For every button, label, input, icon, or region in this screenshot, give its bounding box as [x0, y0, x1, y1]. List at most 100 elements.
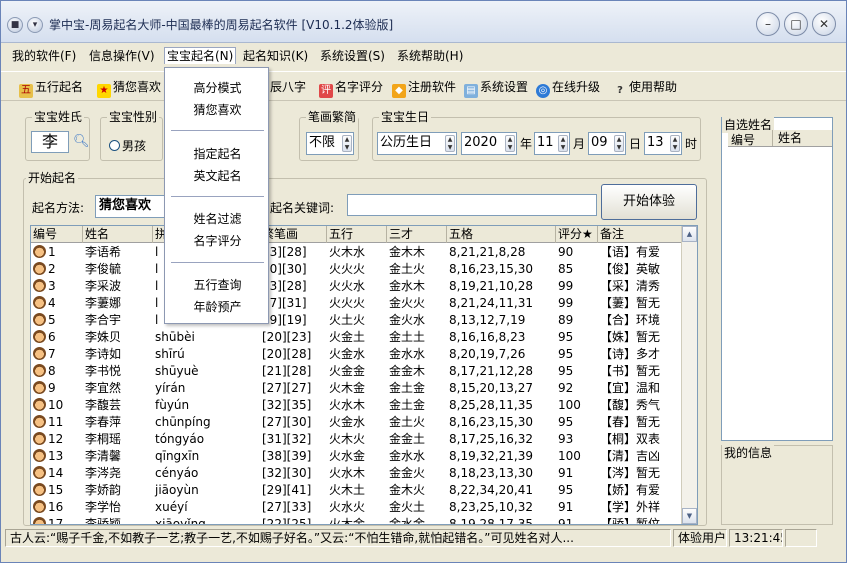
cell-sancai: 金土火	[387, 414, 447, 431]
header-name[interactable]: 姓名	[83, 226, 153, 243]
header-wuxing[interactable]: 五行	[327, 226, 387, 243]
cell-wuxing: 火火火	[327, 261, 387, 278]
cell-strokes-text: [22][25]	[262, 517, 312, 525]
toolbar-score-button[interactable]: 评名字评分	[319, 78, 383, 98]
table-row[interactable]: 6 李姝贝 shūbèi [20][23] 火金土 金土土 8,16,16,8,23 95 【姝…	[31, 329, 683, 346]
cell-sancai: 金土金	[387, 397, 447, 414]
table-row[interactable]: 7 李诗如 shīrú [20][28] 火金水 金水水 8,20,19,7,26 95 【诗】…	[31, 346, 683, 363]
table-row[interactable]: 16 李学怡 xuéyí [27][33] 火水火 金火土 8,23,25,10,32 91 【…	[31, 499, 683, 516]
menu-my-software[interactable]: 我的软件(F)	[10, 48, 78, 65]
cell-wuxing-text: 火土火	[329, 313, 366, 327]
table-row[interactable]: 14 李涔尧 cényáo [32][30] 火水木 金金火 8,18,23,13,30 91…	[31, 465, 683, 482]
menu-item-english[interactable]: 英文起名	[165, 167, 270, 185]
menu-info-ops[interactable]: 信息操作(V)	[87, 48, 157, 65]
menu-naming-knowledge[interactable]: 起名知识(K)	[241, 48, 310, 65]
cell-pinyin-text: jiāoyùn	[155, 483, 199, 497]
menu-baby-naming[interactable]: 宝宝起名(N)	[164, 47, 237, 64]
menu-item-high-score[interactable]: 高分模式	[165, 79, 270, 97]
menu-item-specified[interactable]: 指定起名	[165, 145, 270, 163]
cell-wuxing: 火水金	[327, 448, 387, 465]
system-menu-icon[interactable]: ■	[7, 17, 23, 33]
table-row[interactable]: 10 李馥芸 fùyún [32][35] 火水木 金土金 8,25,28,11,35 100…	[31, 397, 683, 414]
surname-input[interactable]: 李	[31, 131, 69, 153]
menu-item-filter[interactable]: 姓名过滤	[165, 210, 270, 228]
cell-pinyin-text: cényáo	[155, 466, 199, 480]
hour-spinner[interactable]: 13 ▲ ▼	[644, 132, 682, 155]
maximize-button[interactable]: □	[784, 12, 808, 36]
spinner-icon: ▲ ▼	[505, 135, 515, 152]
cell-strokes: [20][28]	[260, 346, 327, 363]
vertical-scrollbar[interactable]: ▲ ▼	[681, 226, 697, 524]
table-row[interactable]: 3 李采波 l 23][28] 火火水 金水木 8,19,21,10,28 99 【采】清秀	[31, 278, 683, 295]
table-row[interactable]: 11 李春萍 chūnpíng [27][30] 火金水 金土火 8,16,23,15,30…	[31, 414, 683, 431]
start-button[interactable]: 开始体验	[601, 184, 697, 220]
cell-strokes: [32][35]	[260, 397, 327, 414]
cell-name-text: 李清馨	[85, 449, 122, 463]
cell-strokes: 27][31]	[260, 295, 327, 312]
table-row[interactable]: 12 李桐瑶 tóngyáo [31][32] 火木火 金金土 8,17,25,16,32 9…	[31, 431, 683, 448]
table-row[interactable]: 15 李娇韵 jiāoyùn [29][41] 火木土 金木火 8,22,34,20,41 9…	[31, 482, 683, 499]
cell-sancai-text: 金土土	[389, 330, 426, 344]
table-row[interactable]: 8 李书悦 shūyuè [21][28] 火金金 金金木 8,17,21,12,28 95 【…	[31, 363, 683, 380]
menu-system-settings[interactable]: 系统设置(S)	[318, 48, 387, 65]
cell-wuge-text: 8,19,32,21,39	[449, 449, 533, 463]
menu-item-wuxing-query[interactable]: 五行查询	[165, 276, 270, 294]
table-row[interactable]: 13 李清馨 qīngxīn [38][39] 火水金 金水水 8,19,32,21,39 1…	[31, 448, 683, 465]
header-sancai[interactable]: 三才	[387, 226, 447, 243]
header-wuge[interactable]: 五格	[447, 226, 556, 243]
toolbar-wuxing-button[interactable]: 五五行起名	[19, 78, 83, 98]
cell-sancai: 金水木	[387, 278, 447, 295]
toolbar-bazi-button[interactable]: 辰八字	[270, 78, 306, 96]
toolbar-help-button[interactable]: ? 使用帮助	[613, 78, 677, 96]
month-spinner[interactable]: 11 ▲ ▼	[534, 132, 570, 155]
cell-pinyin: xuéyí	[153, 499, 260, 516]
cell-sancai-text: 金水金	[389, 517, 426, 525]
menu-item-guess[interactable]: 猜您喜欢	[165, 101, 270, 119]
toolbar-guess-button[interactable]: ★ 猜您喜欢	[97, 78, 161, 98]
table-row[interactable]: 1 李语希 l 23][28] 火木水 金木木 8,21,21,8,28 90 【语】有爱	[31, 244, 683, 261]
calendar-select[interactable]: 公历生日 ▲ ▼	[377, 132, 457, 155]
favorites-col-name[interactable]: 姓名	[772, 130, 802, 146]
strokes-select[interactable]: 不限 ▲ ▼	[306, 132, 354, 155]
table-row[interactable]: 5 李合宇 l 19][19] 火土火 金火水 8,13,12,7,19 89 【合】环境	[31, 312, 683, 329]
header-strokes[interactable]: 繁笔画	[260, 226, 327, 243]
menu-item-due-date[interactable]: 年龄预产	[165, 298, 270, 316]
strokes-value: 不限	[309, 135, 336, 150]
cell-score: 95	[556, 363, 598, 380]
toolbar-upgrade-button[interactable]: ◎ 在线升级	[536, 78, 600, 98]
favorites-col-number[interactable]: 编号	[731, 131, 755, 148]
method-label: 起名方法:	[32, 201, 85, 215]
day-spinner[interactable]: 09 ▲ ▼	[588, 132, 626, 155]
menu-system-help[interactable]: 系统帮助(H)	[395, 48, 465, 65]
rollup-icon[interactable]: ▾	[27, 17, 43, 33]
header-score[interactable]: 评分★	[556, 226, 598, 243]
cell-score-text: 89	[558, 313, 574, 327]
toolbar-settings-button[interactable]: ▤ 系统设置	[464, 78, 528, 98]
toolbar-register-button[interactable]: ◆ 注册软件	[392, 78, 456, 98]
method-select[interactable]: 猜您喜欢	[95, 195, 165, 218]
year-spinner[interactable]: 2020 ▲ ▼	[461, 132, 517, 155]
cell-name: 李骄颖	[83, 516, 153, 524]
table-row[interactable]: 2 李俊毓 l 30][30] 火火火 金土火 8,16,23,15,30 85 【俊】英敏	[31, 261, 683, 278]
cell-number: 12	[31, 431, 83, 448]
cell-wuge: 8,21,24,11,31	[447, 295, 556, 312]
minimize-button[interactable]: –	[756, 12, 780, 36]
scroll-up-icon[interactable]: ▲	[682, 226, 697, 242]
menu-item-score[interactable]: 名字评分	[165, 232, 270, 250]
gender-male-radio[interactable]: 男孩	[109, 137, 146, 154]
boy-face-icon	[33, 262, 46, 275]
info-panel: 我的信息	[721, 444, 833, 525]
search-icon[interactable]: 🔍︎	[73, 134, 90, 149]
cell-wuge-text: 8,16,16,8,23	[449, 330, 526, 344]
keyword-input[interactable]	[347, 194, 597, 216]
table-row[interactable]: 4 李萋娜 l 27][31] 火火火 金火火 8,21,24,11,31 99 【萋】暂无	[31, 295, 683, 312]
cell-sancai-text: 金木木	[389, 245, 426, 259]
status-message: 古人云:“赐子千金,不如教子一艺;教子一艺,不如赐子好名。”又云:“不怕生错命,…	[5, 529, 671, 547]
close-button[interactable]: ✕	[812, 12, 836, 36]
table-row[interactable]: 9 李宜然 yírán [27][27] 火木金 金土金 8,15,20,13,27 92 【宜…	[31, 380, 683, 397]
birthday-group: 宝宝生日 公历生日 ▲ ▼ 2020 ▲ ▼ 年 11 ▲ ▼ 月 09 ▲ ▼ 日 13 ▲ ▼ …	[372, 110, 701, 161]
cell-wuge-text: 8,25,28,11,35	[449, 398, 533, 412]
scroll-down-icon[interactable]: ▼	[682, 508, 697, 524]
table-row[interactable]: 17 李骄颖 xiāoyǐng [22][25] 火木金 金水金 8,19,28,17,35…	[31, 516, 683, 525]
header-number[interactable]: 编号	[31, 226, 83, 243]
